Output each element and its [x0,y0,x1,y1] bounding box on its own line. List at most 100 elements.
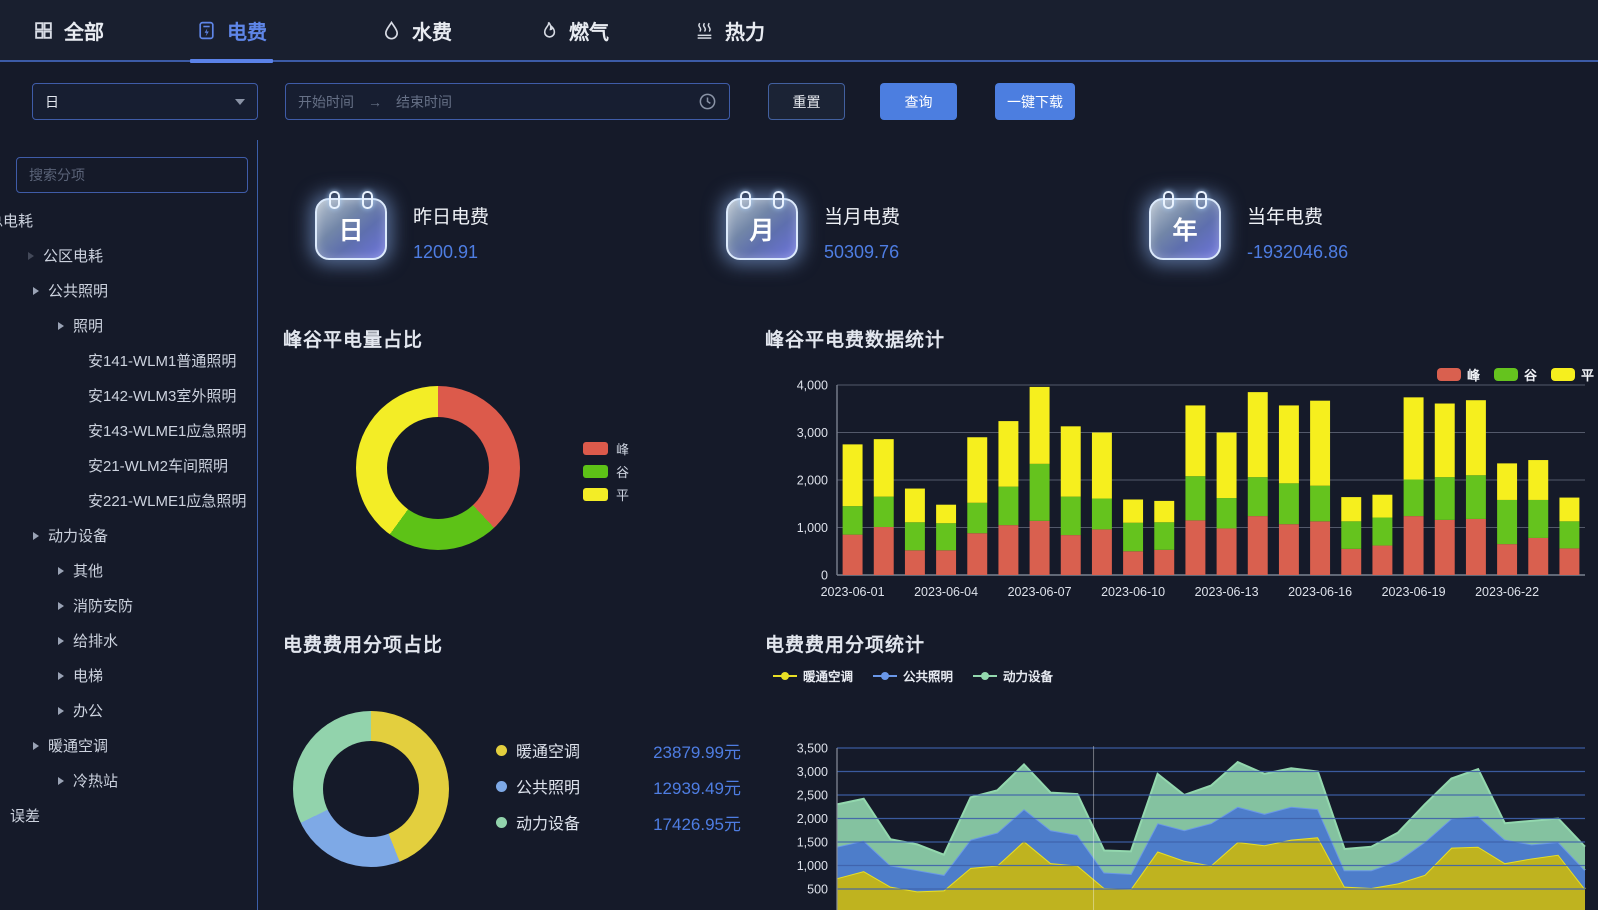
tree-item[interactable]: 安142-WLM3室外照明 [0,378,258,413]
legend-item[interactable]: 暖通空调23879.99元 [496,732,741,768]
area-chart-legend: 暖通空调 公共照明 动力设备 [773,666,1053,685]
svg-text:2023-06-07: 2023-06-07 [1008,585,1072,599]
stat-value: 50309.76 [824,242,900,263]
tree-item[interactable]: 安21-WLM2车间照明 [0,448,258,483]
caret-right-icon[interactable] [58,567,64,575]
tree-item[interactable]: 其他 [0,553,258,588]
tree-item[interactable]: 安141-WLM1普通照明 [0,343,258,378]
legend-line-marker [873,672,897,680]
tree-item[interactable]: 电梯 [0,658,258,693]
pvf-donut-legend: 峰谷平 [583,437,629,506]
electric-meter-icon [196,20,217,41]
month-calendar-icon: 月 [726,198,798,260]
area-chart-svg[interactable]: 3,5003,0002,5002,0001,5001,000500 [765,690,1598,910]
svg-text:0: 0 [821,569,828,583]
tree-item[interactable]: 照明 [0,308,258,343]
range-arrow-icon: → [368,94,382,110]
tree-item-label: 其他 [73,560,103,581]
tree-item-label: 暖通空调 [48,735,108,756]
tab-label: 燃气 [569,16,609,45]
tree-item[interactable]: 公区电耗 [0,238,258,273]
legend-item[interactable]: 公共照明 [873,666,953,685]
tree-item-label: 动力设备 [48,525,108,546]
caret-right-icon[interactable] [58,322,64,330]
legend-dot [496,817,507,828]
legend-item[interactable]: 谷 [583,460,629,483]
stat-label: 当月电费 [824,202,900,229]
date-range-input[interactable]: 开始时间 → 结束时间 [285,83,730,120]
tree-item[interactable]: 误差 [0,798,258,833]
reset-button[interactable]: 重置 [768,83,845,120]
caret-right-icon[interactable] [33,287,39,295]
legend-item[interactable]: 公共照明12939.49元 [496,768,741,804]
legend-line-marker [773,672,797,680]
tree-item[interactable]: 暖通空调 [0,728,258,763]
caret-right-icon[interactable] [58,637,64,645]
legend-item[interactable]: 峰 [583,437,629,460]
svg-text:2,000: 2,000 [797,812,828,826]
caret-right-icon[interactable] [33,742,39,750]
flame-icon [538,20,559,41]
svg-text:2023-06-16: 2023-06-16 [1288,585,1352,599]
caret-right-icon[interactable] [28,252,34,260]
svg-text:2,500: 2,500 [797,789,828,803]
caret-right-icon[interactable] [58,602,64,610]
tree-item[interactable]: 公共照明 [0,273,258,308]
chevron-down-icon [235,99,245,105]
tree-item-label: 电梯 [73,665,103,686]
legend-swatch [583,442,608,455]
svg-text:1,000: 1,000 [797,859,828,873]
tree-item-label: 安21-WLM2车间照明 [88,455,228,476]
tree-item[interactable]: 安143-WLME1应急照明 [0,413,258,448]
tree-item-label: 安141-WLM1普通照明 [88,350,236,371]
tree-item[interactable]: 办公 [0,693,258,728]
tab-gas[interactable]: 燃气 [538,0,609,61]
caret-right-icon[interactable] [58,707,64,715]
tab-label: 水费 [412,16,452,45]
svg-text:4,000: 4,000 [797,379,828,393]
fee-donut-chart[interactable] [293,711,449,867]
donut-hole [323,741,419,837]
tree-item[interactable]: 动力设备 [0,518,258,553]
tab-electricity[interactable]: 电费 [196,0,267,61]
day-calendar-icon: 日 [315,198,387,260]
download-button[interactable]: 一键下载 [995,83,1075,120]
query-button[interactable]: 查询 [880,83,957,120]
stat-label: 当年电费 [1247,202,1348,229]
caret-right-icon[interactable] [33,532,39,540]
legend-item[interactable]: 暖通空调 [773,666,853,685]
tab-water[interactable]: 水费 [381,0,452,61]
panel-pvf-energy-share: 峰谷平电量占比 峰谷平 [283,325,743,615]
tree-item[interactable]: 消防安防 [0,588,258,623]
tab-heat[interactable]: 热力 [694,0,765,61]
tree-item-label: 安221-WLME1应急照明 [88,490,246,511]
tree-item[interactable]: 给排水 [0,623,258,658]
period-select[interactable]: 日 [32,83,258,120]
svg-text:3,500: 3,500 [797,742,828,756]
svg-text:3,000: 3,000 [797,426,828,440]
tree-item[interactable]: 冷热站 [0,763,258,798]
bar-chart-svg[interactable]: 01,0002,0003,0004,0002023-06-012023-06-0… [765,325,1598,625]
search-input[interactable] [16,157,248,193]
caret-right-icon[interactable] [58,777,64,785]
legend-item[interactable]: 动力设备 [973,666,1053,685]
legend-label: 公共照明 [516,774,580,798]
legend-item[interactable]: 平 [583,483,629,506]
panel-title: 电费费用分项占比 [283,630,753,657]
legend-label: 动力设备 [1003,666,1053,685]
tree-item-label: 照明 [73,315,103,336]
legend-dot [496,745,507,756]
pvf-donut-chart[interactable] [356,386,520,550]
tree-item[interactable]: 安221-WLME1应急照明 [0,483,258,518]
legend-item[interactable]: 动力设备17426.95元 [496,804,741,840]
tab-all[interactable]: 全部 [33,0,104,61]
caret-right-icon[interactable] [58,672,64,680]
legend-line-marker [973,672,997,680]
legend-swatch [583,488,608,501]
svg-text:500: 500 [807,883,828,897]
tree-item[interactable]: 总电耗 [0,203,258,238]
period-select-value: 日 [45,92,59,112]
panel-title: 峰谷平电量占比 [283,325,743,352]
clock-icon [698,92,717,111]
tree-item-label: 公区电耗 [43,245,103,266]
